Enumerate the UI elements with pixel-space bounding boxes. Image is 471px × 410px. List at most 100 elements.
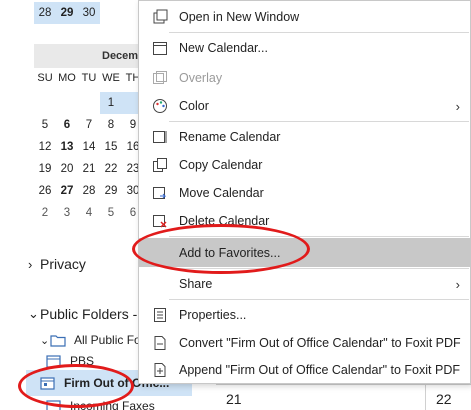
date-cell[interactable]: 21	[78, 158, 100, 180]
day-number[interactable]: 22	[426, 385, 462, 410]
date-cell[interactable]: 3	[56, 202, 78, 224]
calendar-icon	[151, 39, 169, 57]
menu-item-add-to-favorites[interactable]: Add to Favorites...	[139, 238, 470, 267]
day-headers: SU MO TU WE TH	[34, 68, 144, 88]
menu-separator	[169, 268, 469, 269]
chevron-down-icon: ⌄	[28, 306, 39, 321]
menu-item-label: Rename Calendar	[179, 130, 281, 144]
date-cell[interactable]: 1	[100, 92, 122, 114]
menu-item-label: Convert "Firm Out of Office Calendar" to…	[179, 336, 461, 350]
menu-item-color[interactable]: Color ›	[139, 92, 470, 120]
chevron-right-icon: ›	[455, 98, 460, 114]
menu-item-label: Append "Firm Out of Office Calendar" to …	[179, 363, 460, 377]
overlay-icon	[151, 69, 169, 87]
calendar-week: 26 27 28 29 30	[34, 180, 144, 202]
date-cell[interactable]: 28	[34, 2, 56, 24]
public-folders-label: Public Folders -	[40, 306, 138, 322]
date-cell[interactable]: 29	[100, 180, 122, 202]
calendar-folder-icon	[46, 355, 61, 368]
calendar-week: 1	[34, 92, 144, 114]
calendar-week: 12 13 14 15 16	[34, 136, 144, 158]
day-header: WE	[102, 72, 120, 84]
day-header: SU	[37, 72, 53, 84]
menu-item-open-new-window[interactable]: Open in New Window	[139, 3, 470, 31]
context-menu: Open in New Window New Calendar... Overl…	[138, 0, 471, 384]
date-cell[interactable]: 19	[34, 158, 56, 180]
date-cell[interactable]: 6	[56, 114, 78, 136]
tree-item-label: Incoming Faxes	[70, 399, 155, 410]
calendar-week: 19 20 21 22 23	[34, 158, 144, 180]
menu-item-label: Open in New Window	[179, 10, 300, 24]
chevron-right-icon: ›	[28, 256, 33, 272]
menu-item-label: Overlay	[179, 71, 223, 85]
date-cell[interactable]: 2	[34, 202, 56, 224]
date-cell[interactable]: 15	[100, 136, 122, 158]
menu-item-label: Color	[179, 99, 209, 113]
rename-icon	[151, 128, 169, 146]
date-cell[interactable]: 30	[78, 2, 100, 24]
tree-item-pbs[interactable]: PBS	[46, 352, 94, 370]
menu-item-label: New Calendar...	[179, 41, 268, 55]
menu-item-label: Share	[179, 277, 213, 291]
date-cell[interactable]: 7	[78, 114, 100, 136]
date-cell[interactable]: 5	[34, 114, 56, 136]
new-window-icon	[151, 8, 169, 26]
menu-item-label: Properties...	[179, 308, 247, 322]
menu-item-convert-foxit-pdf[interactable]: Convert "Firm Out of Office Calendar" to…	[139, 329, 470, 357]
privacy-section[interactable]: › Privacy	[28, 256, 86, 272]
delete-calendar-icon	[151, 212, 169, 230]
properties-icon	[151, 306, 169, 324]
menu-item-label: Delete Calendar	[179, 214, 270, 228]
pdf-append-icon	[151, 361, 169, 379]
calendar-folder-icon	[40, 377, 55, 390]
date-cell[interactable]: 8	[100, 114, 122, 136]
date-cell[interactable]: 20	[56, 158, 78, 180]
day-header: TU	[81, 72, 97, 84]
privacy-label: Privacy	[40, 256, 86, 272]
menu-separator	[169, 236, 469, 237]
pdf-convert-icon	[151, 334, 169, 352]
date-cell[interactable]: 28	[78, 180, 100, 202]
calendar-week: 5 6 7 8 9	[34, 114, 144, 136]
date-cell[interactable]: 14	[78, 136, 100, 158]
menu-item-copy-calendar[interactable]: Copy Calendar	[139, 151, 470, 179]
menu-item-append-foxit-pdf[interactable]: Append "Firm Out of Office Calendar" to …	[139, 356, 470, 384]
menu-item-label: Copy Calendar	[179, 158, 263, 172]
menu-item-share[interactable]: Share ›	[139, 270, 470, 298]
menu-item-label: Move Calendar	[179, 186, 264, 200]
color-palette-icon	[151, 97, 169, 115]
day-header: MO	[58, 72, 76, 84]
chevron-right-icon: ›	[455, 276, 460, 292]
menu-item-move-calendar[interactable]: Move Calendar	[139, 179, 470, 207]
menu-item-properties[interactable]: Properties...	[139, 301, 470, 329]
date-cell[interactable]: 12	[34, 136, 56, 158]
tree-item-all-public[interactable]: ⌄ All Public Fold	[40, 330, 150, 350]
public-folders-section[interactable]: ⌄ Public Folders -	[28, 306, 137, 322]
menu-item-rename-calendar[interactable]: Rename Calendar	[139, 123, 470, 151]
menu-item-new-calendar[interactable]: New Calendar...	[139, 34, 470, 62]
date-cell[interactable]: 13	[56, 136, 78, 158]
date-cell[interactable]: 27	[56, 180, 78, 202]
menu-item-label: Add to Favorites...	[179, 245, 281, 260]
menu-separator	[169, 299, 469, 300]
copy-icon	[151, 156, 169, 174]
calendar-top-row: 28 29 30	[34, 2, 100, 24]
tree-item-label: PBS	[70, 354, 95, 368]
calendar-grid-footer: 21 22	[216, 384, 471, 410]
chevron-down-icon: ⌄	[40, 334, 50, 347]
menu-separator	[169, 121, 469, 122]
calendar-week: 2 3 4 5 6	[34, 202, 144, 224]
date-cell[interactable]: 22	[100, 158, 122, 180]
date-cell[interactable]: 29	[56, 2, 78, 24]
tree-item-incoming-faxes[interactable]: Incoming Faxes	[46, 398, 155, 410]
date-cell[interactable]: 26	[34, 180, 56, 202]
menu-item-overlay[interactable]: Overlay	[139, 64, 470, 92]
move-icon	[151, 184, 169, 202]
folder-icon	[50, 335, 66, 347]
folder-icon	[46, 400, 61, 410]
menu-item-delete-calendar[interactable]: Delete Calendar	[139, 207, 470, 235]
day-number[interactable]: 21	[216, 385, 426, 410]
menu-separator	[169, 32, 469, 33]
date-cell[interactable]: 5	[100, 202, 122, 224]
date-cell[interactable]: 4	[78, 202, 100, 224]
